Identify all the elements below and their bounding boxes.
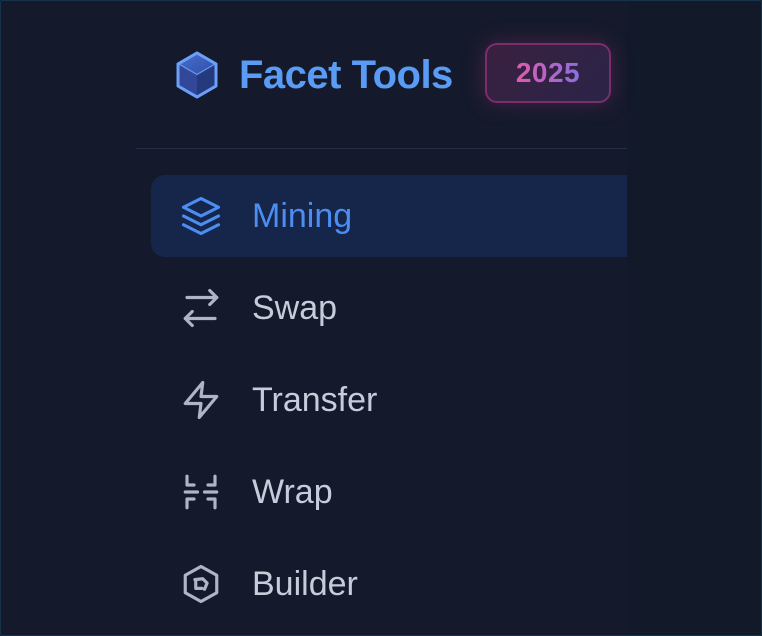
sidebar-divider [136, 148, 627, 149]
main-content-area [627, 1, 761, 635]
app-window: Facet Tools 2025 Mining Swap Transfer Wr… [0, 0, 762, 636]
wrap-brackets-icon [179, 470, 223, 514]
sidebar-item-wrap[interactable]: Wrap [151, 451, 627, 533]
hexagon-builder-icon [179, 562, 223, 606]
sidebar-item-builder[interactable]: Builder [151, 543, 627, 625]
sidebar-nav: Mining Swap Transfer Wrap Builder [151, 175, 627, 635]
sidebar-item-label: Wrap [252, 472, 333, 511]
swap-arrows-icon [179, 286, 223, 330]
sidebar-item-transfer[interactable]: Transfer [151, 359, 627, 441]
year-badge: 2025 [485, 43, 611, 103]
sidebar-item-label: Mining [252, 196, 353, 235]
sidebar-item-label: Builder [252, 564, 358, 603]
layers-icon [179, 194, 223, 238]
year-badge-label: 2025 [515, 57, 581, 88]
cube-icon [175, 49, 219, 101]
sidebar: Facet Tools 2025 Mining Swap Transfer Wr… [1, 1, 627, 635]
sidebar-item-swap[interactable]: Swap [151, 267, 627, 349]
sidebar-item-mining[interactable]: Mining [151, 175, 627, 257]
sidebar-item-label: Transfer [252, 380, 378, 419]
lightning-icon [179, 378, 223, 422]
sidebar-item-label: Swap [252, 288, 338, 327]
brand-header[interactable]: Facet Tools [175, 45, 453, 105]
brand-name: Facet Tools [239, 52, 453, 97]
